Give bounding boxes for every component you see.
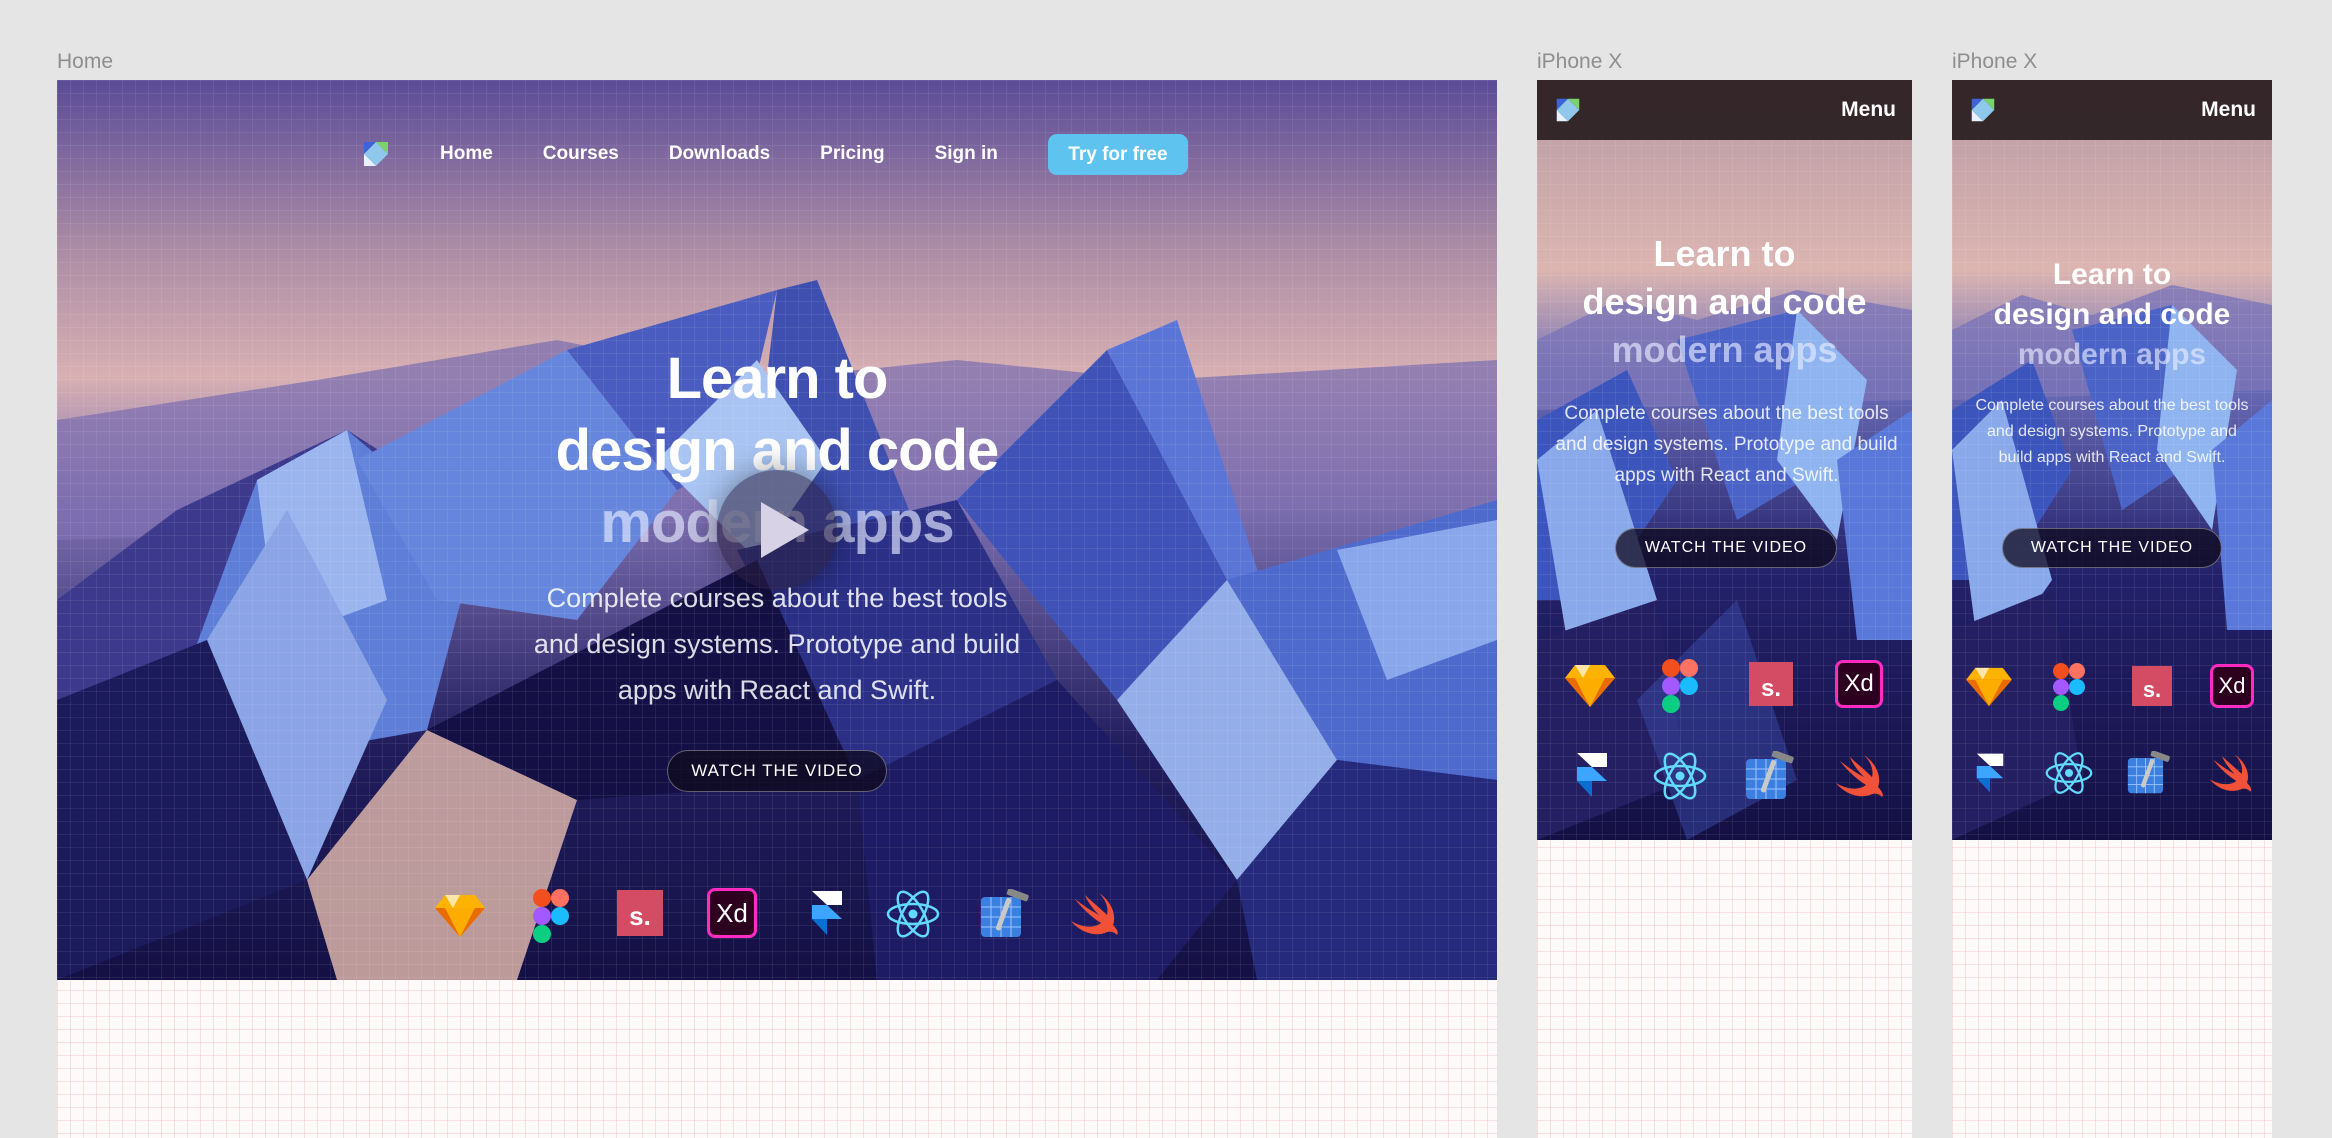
sketch-icon (1964, 662, 2014, 712)
logo-icon[interactable] (360, 138, 392, 170)
mobile-watch-video-button[interactable]: WATCH THE VIDEO (1615, 528, 1837, 568)
mobile2-watch-video-button[interactable]: WATCH THE VIDEO (2002, 528, 2222, 568)
adobe-xd-icon: Xd (2210, 664, 2254, 708)
framer-icon (1567, 748, 1617, 802)
artboard-home[interactable]: Home Courses Downloads Pricing Sign in T… (57, 80, 1497, 1138)
sketch-icon (432, 888, 488, 944)
mobile2-hero-title: Learn to design and code modern apps (1952, 255, 2272, 375)
mobile-hero-title-line-1: Learn to (1653, 233, 1796, 274)
play-video-button[interactable] (717, 470, 837, 590)
menu-button[interactable]: Menu (2201, 98, 2256, 122)
xcode-icon (977, 886, 1033, 942)
sketch-runner-icon: s. (1749, 662, 1793, 706)
frame-label-home[interactable]: Home (57, 50, 113, 74)
mobile2-hero-subtitle: Complete courses about the best tools an… (1975, 397, 2249, 466)
figma-icon (2044, 658, 2094, 716)
logo-icon[interactable] (1553, 95, 1583, 125)
nav-item-sign-in[interactable]: Sign in (935, 143, 998, 165)
mobile2-hero-title-line-1: Learn to (2052, 258, 2172, 291)
logo-icon[interactable] (1968, 95, 1998, 125)
play-icon (761, 502, 809, 558)
xcode-icon (2124, 748, 2174, 798)
nav-item-downloads[interactable]: Downloads (669, 143, 770, 165)
react-icon (885, 886, 941, 942)
sketch-runner-icon: s. (2132, 666, 2172, 706)
mobile2-hero-title-line-3: modern apps (2017, 338, 2207, 371)
frame-label-iphone-x[interactable]: iPhone X (1537, 50, 1622, 74)
framer-icon (1967, 748, 2013, 798)
figma-icon (1652, 654, 1708, 718)
xcode-icon (1742, 748, 1798, 804)
watch-video-button[interactable]: WATCH THE VIDEO (667, 750, 887, 792)
mobile-hero-title-line-2: design and code (1582, 281, 1867, 322)
hero-title-line-1: Learn to (666, 346, 889, 411)
hero-subtitle: Complete courses about the best tools an… (533, 583, 1021, 705)
artboard-iphone-x[interactable]: Menu Learn to design and code modern app… (1537, 80, 1912, 1138)
nav-item-courses[interactable]: Courses (543, 143, 619, 165)
figma-icon (523, 884, 579, 948)
swift-icon (1067, 888, 1123, 940)
sketch-icon (1562, 658, 1618, 714)
mobile-hero-title-line-3: modern apps (1611, 329, 1838, 370)
swift-icon (1832, 750, 1888, 802)
react-icon (2044, 748, 2094, 798)
nav-item-home[interactable]: Home (440, 143, 493, 165)
framer-icon (802, 886, 852, 940)
sketch-runner-icon: s. (617, 890, 663, 936)
mobile-hero-title: Learn to design and code modern apps (1537, 230, 1912, 374)
mobile-hero-subtitle: Complete courses about the best tools an… (1555, 403, 1898, 486)
menu-button[interactable]: Menu (1841, 98, 1896, 122)
nav-item-pricing[interactable]: Pricing (820, 143, 884, 165)
frame-label-iphone-x-2[interactable]: iPhone X (1952, 50, 2037, 74)
adobe-xd-icon: Xd (1835, 660, 1883, 708)
mobile2-hero-title-line-2: design and code (1993, 298, 2231, 331)
artboard-iphone-x-2[interactable]: Menu Learn to design and code modern app… (1952, 80, 2272, 1138)
hero-section: Home Courses Downloads Pricing Sign in T… (57, 80, 1497, 980)
react-icon (1652, 748, 1708, 804)
mobile2-hero-section: Menu Learn to design and code modern app… (1952, 80, 2272, 840)
mobile-hero-section: Menu Learn to design and code modern app… (1537, 80, 1912, 840)
mobile-top-bar: Menu (1537, 80, 1912, 140)
swift-icon (2206, 750, 2256, 796)
adobe-xd-icon: Xd (707, 888, 757, 938)
mobile2-top-bar: Menu (1952, 80, 2272, 140)
try-for-free-button[interactable]: Try for free (1047, 133, 1188, 175)
top-nav: Home Courses Downloads Pricing Sign in T… (360, 132, 1188, 176)
